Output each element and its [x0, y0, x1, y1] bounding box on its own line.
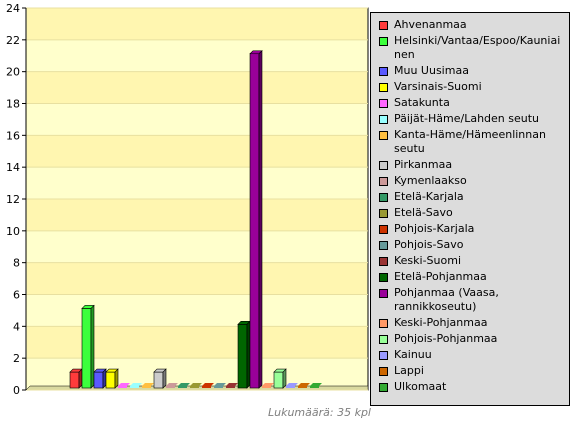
- legend-label: Etelä-Pohjanmaa: [394, 270, 487, 283]
- legend-swatch: [379, 193, 388, 202]
- legend-item: Varsinais-Suomi: [379, 80, 569, 94]
- bar: [69, 368, 83, 389]
- legend-item: Päijät-Häme/Lahden seutu: [379, 112, 569, 126]
- legend-label: Etelä-Karjala: [394, 190, 464, 203]
- legend-label: Ahvenanmaa: [394, 18, 467, 31]
- legend-item: Pohjois-Karjala: [379, 222, 569, 236]
- y-tick-label: 12: [6, 193, 20, 206]
- legend-swatch: [379, 83, 388, 92]
- legend-swatch: [379, 37, 388, 46]
- grid-band: [27, 8, 367, 40]
- legend-swatch: [379, 209, 388, 218]
- legend-label: Muu Uusimaa: [394, 64, 469, 77]
- grid-band: [27, 199, 367, 231]
- bar: [93, 368, 107, 389]
- legend-item: Ahvenanmaa: [379, 18, 569, 32]
- legend-item: Kymenlaakso: [379, 174, 569, 188]
- legend-label: Keski-Suomi: [394, 254, 462, 267]
- total-count-label: Lukumäärä: 35 kpl: [267, 406, 371, 419]
- legend-label: Etelä-Savo: [394, 206, 453, 219]
- legend-swatch: [379, 161, 388, 170]
- y-tick-label: 20: [6, 66, 20, 79]
- legend-swatch: [379, 99, 388, 108]
- legend-swatch: [379, 319, 388, 328]
- legend-item: Pohjois-Pohjanmaa: [379, 332, 569, 346]
- legend-label: Varsinais-Suomi: [394, 80, 482, 93]
- legend-item: Muu Uusimaa: [379, 64, 569, 78]
- legend-item: Pohjanmaa (Vaasa, rannikkoseutu): [379, 286, 569, 314]
- grid-band: [27, 135, 367, 168]
- bar: [273, 368, 287, 389]
- bar: [105, 368, 119, 389]
- legend-swatch: [379, 273, 388, 282]
- legend-label: Kainuu: [394, 348, 432, 361]
- legend-label: Helsinki/Vantaa/Espoo/Kauniainen: [394, 34, 561, 61]
- legend-swatch: [379, 367, 388, 376]
- y-tick-label: 8: [13, 257, 20, 270]
- bar: [249, 50, 263, 389]
- legend-swatch: [379, 115, 388, 124]
- y-axis: 024681012141618202224: [6, 2, 27, 397]
- legend-swatch: [379, 289, 388, 298]
- legend-label: Satakunta: [394, 96, 450, 109]
- y-tick-label: 10: [6, 225, 20, 238]
- y-tick-label: 6: [13, 289, 20, 302]
- legend-item: Satakunta: [379, 96, 569, 110]
- legend-swatch: [379, 335, 388, 344]
- legend-item: Etelä-Karjala: [379, 190, 569, 204]
- legend-label: Pohjois-Savo: [394, 238, 464, 251]
- bar: [81, 304, 95, 389]
- legend-swatch: [379, 131, 388, 140]
- legend-item: Helsinki/Vantaa/Espoo/Kauniainen: [379, 34, 569, 62]
- legend-swatch: [379, 225, 388, 234]
- y-tick-label: 22: [6, 34, 20, 47]
- bar: [237, 320, 251, 389]
- legend-swatch: [379, 241, 388, 250]
- legend-label: Ulkomaat: [394, 380, 447, 393]
- legend-label: Pirkanmaa: [394, 158, 453, 171]
- legend-item: Kanta-Häme/Hämeenlinnan seutu: [379, 128, 569, 156]
- y-tick-label: 0: [13, 384, 20, 397]
- legend: Ahvenanmaa Helsinki/Vantaa/Espoo/Kauniain…: [370, 12, 570, 406]
- legend-swatch: [379, 177, 388, 186]
- legend-label: Päijät-Häme/Lahden seutu: [394, 112, 540, 125]
- legend-swatch: [379, 21, 388, 30]
- legend-swatch: [379, 351, 388, 360]
- legend-item: Pirkanmaa: [379, 158, 569, 172]
- legend-item: Pohjois-Savo: [379, 238, 569, 252]
- legend-label: Pohjois-Pohjanmaa: [394, 332, 498, 345]
- legend-item: Keski-Pohjanmaa: [379, 316, 569, 330]
- grid-band: [27, 71, 367, 104]
- y-tick-label: 16: [6, 129, 20, 142]
- y-tick-label: 2: [13, 352, 20, 365]
- legend-swatch: [379, 257, 388, 266]
- grid-band: [27, 326, 367, 359]
- y-tick-label: 18: [6, 98, 20, 111]
- legend-item: Etelä-Pohjanmaa: [379, 270, 569, 284]
- legend-item: Ulkomaat: [379, 380, 569, 394]
- bar-chart: 024681012141618202224: [6, 2, 369, 397]
- y-tick-label: 24: [6, 2, 20, 15]
- y-tick-label: 4: [13, 320, 20, 333]
- legend-label: Pohjois-Karjala: [394, 222, 475, 235]
- legend-swatch: [379, 383, 388, 392]
- legend-label: Lappi: [394, 364, 424, 377]
- legend-swatch: [379, 67, 388, 76]
- y-tick-label: 14: [6, 161, 20, 174]
- legend-label: Keski-Pohjanmaa: [394, 316, 488, 329]
- bar: [153, 368, 167, 389]
- legend-label: Pohjanmaa (Vaasa, rannikkoseutu): [394, 286, 499, 313]
- legend-item: Keski-Suomi: [379, 254, 569, 268]
- legend-item: Lappi: [379, 364, 569, 378]
- legend-label: Kanta-Häme/Hämeenlinnan seutu: [394, 128, 546, 155]
- legend-item: Etelä-Savo: [379, 206, 569, 220]
- legend-label: Kymenlaakso: [394, 174, 467, 187]
- legend-item: Kainuu: [379, 348, 569, 362]
- grid-band: [27, 262, 367, 295]
